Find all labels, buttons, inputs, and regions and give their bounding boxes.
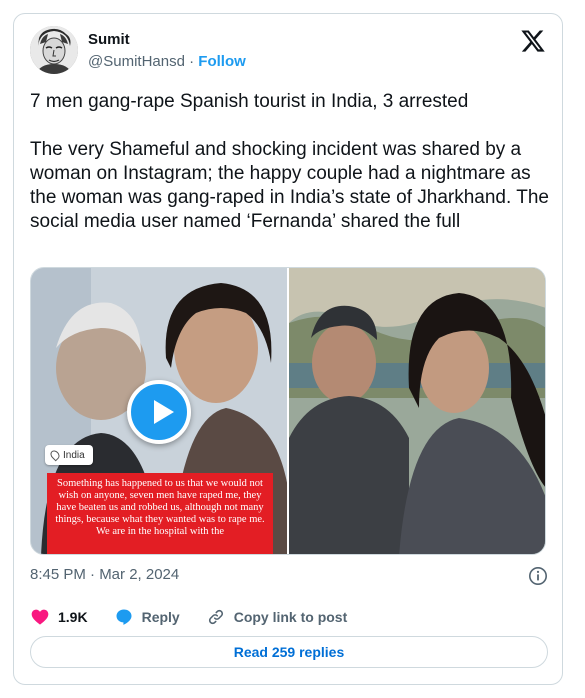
photo-thumbnail-image (289, 268, 545, 554)
timestamp-row: 8:45 PM · Mar 2, 2024 (30, 566, 548, 586)
read-replies-button[interactable]: Read 259 replies (30, 636, 548, 668)
like-button[interactable]: 1.9K (30, 607, 88, 627)
tweet-timestamp[interactable]: 8:45 PM · Mar 2, 2024 (30, 566, 179, 583)
location-pin-icon (48, 448, 62, 462)
tweet-actions: 1.9K Reply Copy link to post (30, 607, 373, 627)
info-icon[interactable] (528, 566, 548, 586)
location-badge: India (45, 445, 93, 465)
reply-button[interactable]: Reply (114, 607, 180, 627)
x-logo-icon[interactable] (520, 28, 546, 54)
author-name[interactable]: Sumit (88, 31, 130, 48)
tweet-card: Sumit @SumitHansd · Follow 7 men gang-ra… (13, 13, 563, 685)
tweet-media[interactable]: India Something has happened to us that … (30, 267, 546, 555)
copy-link-button[interactable]: Copy link to post (206, 607, 348, 627)
video-thumbnail[interactable]: India Something has happened to us that … (31, 268, 287, 554)
avatar[interactable] (30, 26, 78, 74)
link-icon (208, 609, 223, 625)
location-badge-label: India (63, 449, 85, 461)
reply-label: Reply (141, 609, 180, 625)
tweet-header: Sumit @SumitHansd · Follow (30, 26, 546, 78)
avatar-sketch-image (30, 26, 78, 74)
reply-bubble-icon (116, 609, 132, 625)
like-count: 1.9K (58, 609, 88, 625)
heart-icon (31, 609, 49, 625)
tweet-text: 7 men gang-rape Spanish tourist in India… (30, 91, 549, 232)
follow-button[interactable]: Follow (198, 53, 246, 70)
separator-dot: · (189, 53, 195, 70)
handle-row: @SumitHansd · Follow (88, 53, 246, 70)
author-handle[interactable]: @SumitHansd (88, 53, 185, 70)
copy-link-label: Copy link to post (233, 609, 348, 625)
video-caption: Something has happened to us that we wou… (47, 473, 273, 554)
play-button[interactable] (127, 380, 191, 444)
photo-thumbnail[interactable] (289, 268, 545, 554)
